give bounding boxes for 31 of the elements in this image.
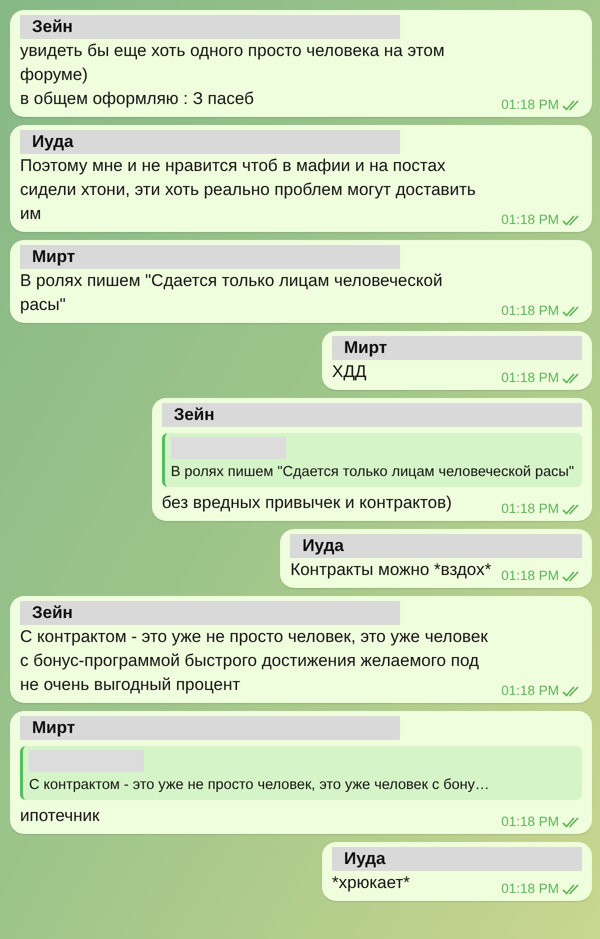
sender-name: Зейн (20, 15, 400, 39)
sender-name: Зейн (20, 601, 400, 625)
message-time: 01:18 PM (501, 682, 559, 700)
sender-name: Иуда (20, 130, 400, 154)
sender-name: Иуда (332, 847, 582, 871)
sender-name: Мирт (332, 336, 582, 360)
sender-name: Мирт (20, 716, 400, 740)
message-time: 01:18 PM (501, 567, 559, 585)
message-text: без вредных привычек и контрактов) (162, 492, 453, 514)
message-time: 01:18 PM (501, 96, 559, 114)
sender-name: Иуда (290, 534, 582, 558)
message-text: увидеть бы еще хоть одного просто человека на этом форуме) в общем оформляю : З пасеб (20, 40, 446, 110)
message-time: 01:18 PM (501, 880, 559, 898)
quoted-text: С контрактом - это уже не просто человек, это уже человек с бону… (29, 776, 490, 795)
message-time: 01:18 PM (501, 813, 559, 831)
quoted-text: В ролях пишем "Сдается только лицам человеческой расы" (170, 463, 574, 482)
reply-quote[interactable]: В ролях пишем "Сдается только лицам человеческой расы" (162, 433, 582, 487)
message-time: 01:18 PM (501, 369, 559, 387)
message-time: 01:18 PM (501, 211, 559, 229)
message-text: ипотечник (20, 805, 100, 827)
message-text: ХДД (332, 361, 368, 383)
message-text: В ролях пишем "Сдается только лицам человеческой расы" (20, 270, 444, 316)
message-time: 01:18 PM (501, 302, 559, 320)
message-time: 01:18 PM (501, 500, 559, 518)
reply-quote[interactable]: С контрактом - это уже не просто человек, это уже человек с бону… (20, 746, 582, 800)
message-text: Поэтому мне и не нравится чтоб в мафии и на постах сидели хтони, эти хоть реально проблем могут доставить им (20, 155, 477, 225)
message-text: *хрюкает* (332, 872, 411, 894)
message-text: С контрактом - это уже не просто человек, это уже человек с бонус-программой быстрого достижения желаемого под не очень выгодный процент (20, 626, 489, 696)
message-text: Контракты можно *вздох* (290, 559, 492, 581)
sender-name: Мирт (20, 245, 400, 269)
sender-name: Зейн (162, 403, 582, 427)
